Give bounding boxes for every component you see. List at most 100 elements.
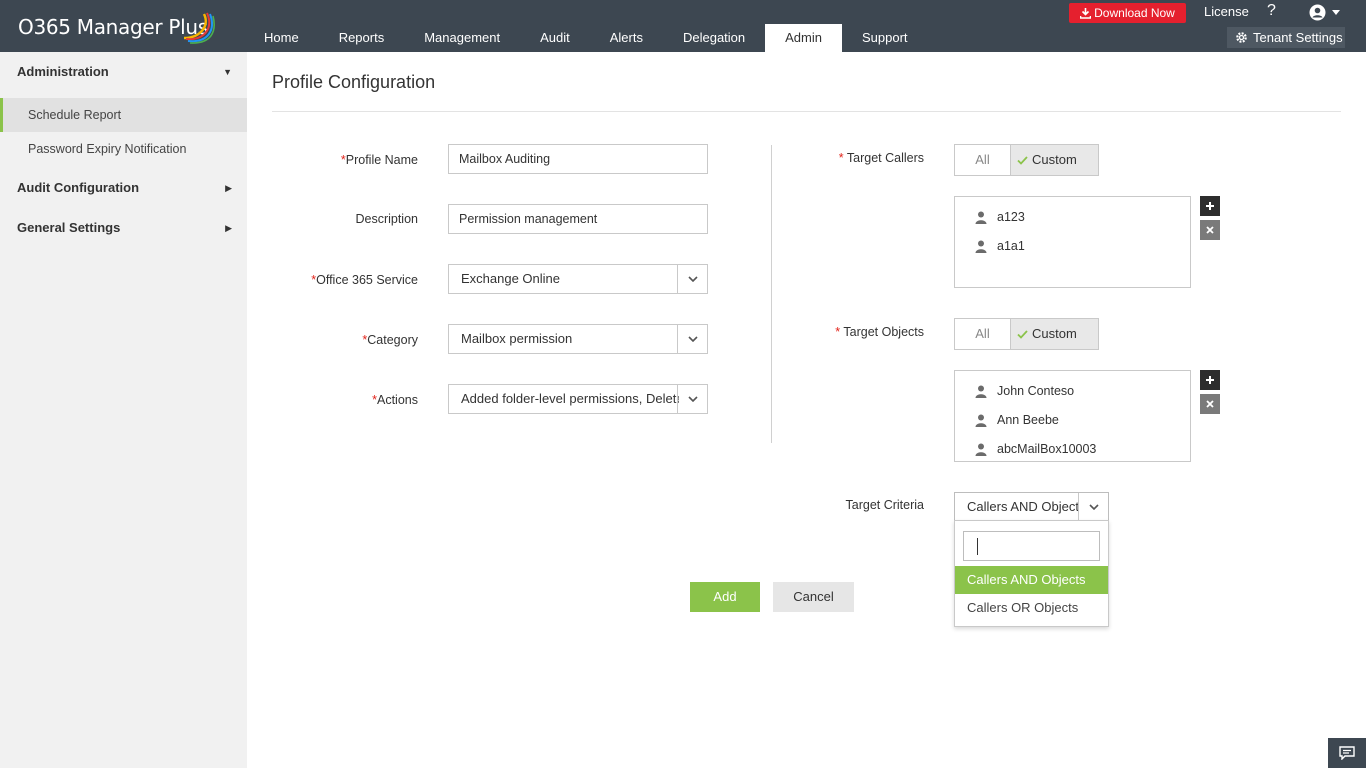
dropdown-option-callers-and-objects[interactable]: Callers AND Objects (955, 566, 1108, 594)
title-divider (272, 111, 1341, 112)
dropdown-search-input[interactable] (963, 531, 1100, 561)
dropdown-option-callers-or-objects[interactable]: Callers OR Objects (955, 594, 1108, 622)
sidebar-section-label: Audit Configuration (17, 180, 140, 195)
user-icon (975, 443, 987, 456)
plus-icon (1206, 202, 1214, 210)
add-object-button[interactable] (1200, 370, 1220, 390)
sidebar-section-general-settings[interactable]: General Settings ▶ (0, 216, 247, 240)
check-icon (1017, 155, 1028, 165)
add-caller-button[interactable] (1200, 196, 1220, 216)
target-objects-custom-option[interactable]: Custom (1010, 319, 1098, 349)
sidebar-section-label: General Settings (17, 220, 121, 235)
target-criteria-select[interactable]: Callers AND Objects (954, 492, 1109, 522)
required-mark: * (838, 151, 844, 165)
list-item-label: a1a1 (997, 239, 1025, 253)
target-callers-label: * Target Callers (804, 151, 924, 165)
description-input[interactable]: Permission management (448, 204, 708, 234)
nav-management[interactable]: Management (404, 24, 520, 52)
service-select[interactable]: Exchange Online (448, 264, 708, 294)
nav-admin[interactable]: Admin (765, 24, 842, 52)
nav-home[interactable]: Home (244, 24, 319, 52)
cancel-button[interactable]: Cancel (773, 582, 854, 612)
sidebar-item-schedule-report[interactable]: Schedule Report (0, 98, 247, 132)
list-item[interactable]: John Conteso (975, 384, 1074, 398)
add-button[interactable]: Add (690, 582, 760, 612)
remove-object-button[interactable] (1200, 394, 1220, 414)
sidebar-section-audit-configuration[interactable]: Audit Configuration ▶ (0, 176, 247, 200)
required-mark: * (835, 325, 841, 339)
service-value: Exchange Online (461, 271, 561, 286)
category-label-text: Category (367, 333, 418, 347)
download-now-button[interactable]: Download Now (1069, 3, 1186, 23)
list-item[interactable]: Ann Beebe (975, 413, 1059, 427)
profile-name-label-text: Profile Name (345, 153, 418, 167)
caret-down-icon: ▼ (223, 67, 232, 77)
list-item[interactable]: a123 (975, 210, 1025, 224)
close-icon (1206, 226, 1214, 234)
nav-reports[interactable]: Reports (319, 24, 405, 52)
target-callers-all-option[interactable]: All (955, 145, 1010, 175)
tenant-settings-button[interactable]: Tenant Settings (1227, 27, 1345, 48)
actions-label: *Actions (300, 393, 418, 407)
sidebar-section-administration[interactable]: Administration ▼ (0, 60, 247, 84)
caret-right-icon: ▶ (225, 223, 232, 233)
actions-select[interactable]: Added folder-level permissions, Deleted (448, 384, 708, 414)
remove-caller-button[interactable] (1200, 220, 1220, 240)
custom-label: Custom (1032, 326, 1077, 341)
target-criteria-label: Target Criteria (845, 498, 925, 512)
category-value: Mailbox permission (461, 331, 573, 346)
user-menu[interactable] (1309, 4, 1340, 21)
chat-button[interactable] (1328, 738, 1366, 768)
target-objects-all-option[interactable]: All (955, 319, 1010, 349)
license-link[interactable]: License (1204, 4, 1249, 19)
chevron-down-icon (1078, 493, 1108, 521)
sidebar: Administration ▼ Schedule Report Passwor… (0, 52, 247, 768)
target-objects-list: John Conteso Ann Beebe abcMailBox10003 (954, 370, 1191, 462)
nav-delegation[interactable]: Delegation (663, 24, 765, 52)
gear-icon (1236, 32, 1247, 43)
logo-swoosh-icon (183, 12, 215, 44)
actions-value: Added folder-level permissions, Deleted (461, 391, 679, 406)
list-item-label: John Conteso (997, 384, 1075, 398)
close-icon (1206, 400, 1214, 408)
description-label: Description (355, 212, 418, 226)
target-callers-list: a123 a1a1 (954, 196, 1191, 288)
nav-audit[interactable]: Audit (520, 24, 590, 52)
page-title: Profile Configuration (272, 72, 436, 92)
sidebar-item-password-expiry[interactable]: Password Expiry Notification (0, 132, 247, 166)
nav-support[interactable]: Support (842, 24, 928, 52)
list-item-label: abcMailBox10003 (997, 442, 1097, 456)
category-select[interactable]: Mailbox permission (448, 324, 708, 354)
top-bar: O365 Manager Plus Home Reports Managemen… (0, 0, 1366, 52)
main-nav: Home Reports Management Audit Alerts Del… (244, 24, 928, 52)
chat-icon (1339, 746, 1355, 760)
target-objects-label-text: Target Objects (843, 325, 924, 339)
profile-name-label: *Profile Name (300, 153, 418, 167)
list-item[interactable]: abcMailBox10003 (975, 442, 1096, 456)
user-icon (975, 240, 987, 253)
actions-label-text: Actions (377, 393, 418, 407)
target-criteria-value: Callers AND Objects (967, 499, 1079, 514)
download-label: Download Now (1094, 6, 1175, 20)
sidebar-section-label: Administration (17, 64, 109, 79)
app-logo[interactable]: O365 Manager Plus (18, 10, 215, 44)
service-label: *Office 365 Service (280, 273, 418, 287)
target-callers-label-text: Target Callers (846, 151, 924, 165)
target-callers-custom-option[interactable]: Custom (1010, 145, 1098, 175)
chevron-down-icon (677, 265, 707, 293)
target-criteria-dropdown: Callers AND Objects Callers OR Objects (954, 520, 1109, 627)
nav-alerts[interactable]: Alerts (590, 24, 663, 52)
target-callers-toggle: All Custom (954, 144, 1099, 176)
column-divider (771, 145, 772, 443)
chevron-down-icon (677, 385, 707, 413)
help-icon[interactable]: ? (1267, 2, 1276, 20)
tenant-settings-label: Tenant Settings (1253, 30, 1343, 45)
plus-icon (1206, 376, 1214, 384)
target-objects-label: * Target Objects (800, 325, 924, 339)
list-item-label: Ann Beebe (997, 413, 1059, 427)
list-item[interactable]: a1a1 (975, 239, 1025, 253)
user-icon (975, 385, 987, 398)
user-icon (975, 211, 987, 224)
target-objects-toggle: All Custom (954, 318, 1099, 350)
profile-name-input[interactable]: Mailbox Auditing (448, 144, 708, 174)
